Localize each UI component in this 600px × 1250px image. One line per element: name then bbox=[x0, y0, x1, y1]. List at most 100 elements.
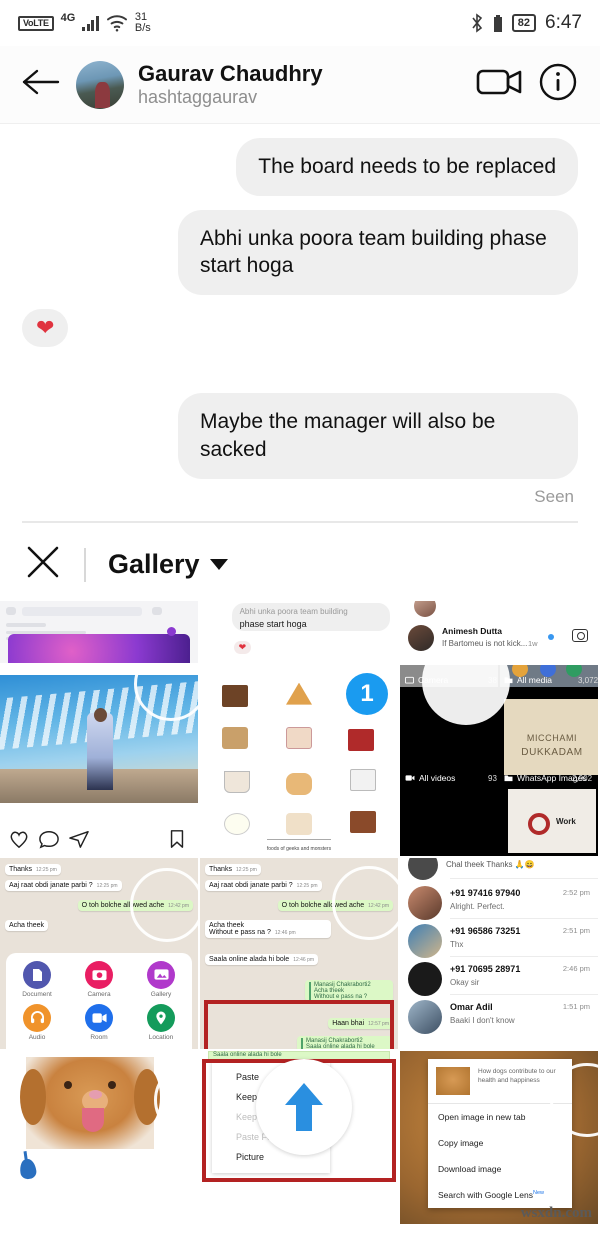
bluetooth-icon bbox=[472, 13, 482, 33]
like-icon bbox=[10, 831, 28, 848]
gallery-icon bbox=[153, 969, 169, 980]
message-list: The board needs to be replaced Abhi unka… bbox=[0, 124, 600, 529]
gallery-thumbnail[interactable]: Chal theek Thanks 🙏😄 +91 97416 97940 Alr… bbox=[400, 857, 600, 1051]
message-row: Maybe the manager will also be sacked bbox=[22, 393, 578, 479]
gallery-thumbnail[interactable] bbox=[0, 600, 200, 665]
thumb-text: Acha theek bbox=[9, 921, 45, 929]
gallery-thumbnail[interactable]: Abhi unka poora team building phase star… bbox=[200, 600, 400, 665]
thumb-text: Chal theek Thanks 🙏😄 bbox=[446, 859, 535, 869]
heart-reaction-icon[interactable]: ❤ bbox=[22, 309, 69, 348]
thumb-text: If Bartomeu is not kick... bbox=[442, 638, 528, 648]
thumb-text: Without e pass na ? bbox=[209, 928, 271, 936]
chat-header-names[interactable]: Gaurav Chaudhry hashtaggaurav bbox=[138, 61, 462, 109]
document-icon bbox=[32, 968, 42, 981]
message-row: The board needs to be replaced bbox=[22, 138, 578, 196]
gallery-grid-row-2: foods of geeks and monsters 1 Camera 38 … bbox=[0, 664, 600, 858]
attach-room[interactable]: Room bbox=[68, 1003, 130, 1041]
message-row: Abhi unka poora team building phase star… bbox=[22, 209, 578, 296]
new-badge: New bbox=[532, 1189, 544, 1196]
menu-item-copy-image[interactable]: Copy image bbox=[428, 1130, 572, 1156]
folder-count: 2,902 bbox=[572, 773, 593, 783]
close-icon[interactable] bbox=[24, 543, 62, 586]
status-bar-clock: 6:47 bbox=[545, 12, 582, 33]
chat-preview: Baaki I don't know bbox=[450, 1015, 515, 1025]
status-bar: VoLTE 4G 31 B/s 82 6:47 bbox=[0, 0, 600, 46]
selection-badge[interactable]: 1 bbox=[346, 672, 388, 715]
network-speed-unit: B/s bbox=[134, 22, 151, 34]
phone-screen: VoLTE 4G 31 B/s 82 6:47 Gaurav Chaudhry … bbox=[0, 0, 600, 1250]
attach-audio[interactable]: Audio bbox=[6, 1003, 68, 1041]
chat-name: +91 96586 73251 bbox=[450, 925, 521, 936]
gallery-source-selector[interactable]: Gallery bbox=[108, 549, 228, 580]
gallery-thumbnail[interactable] bbox=[0, 664, 200, 858]
chat-time: 1:51 pm bbox=[562, 1001, 590, 1011]
up-arrow-icon bbox=[256, 1058, 352, 1155]
folder-count: 93 bbox=[488, 773, 497, 783]
message-bubble[interactable]: The board needs to be replaced bbox=[236, 138, 578, 196]
gallery-title: Gallery bbox=[108, 549, 200, 580]
gallery-thumbnail[interactable]: Animesh Dutta If Bartomeu is not kick...… bbox=[400, 600, 600, 665]
video-call-icon[interactable] bbox=[476, 65, 524, 104]
status-bar-left: VoLTE 4G 31 B/s bbox=[18, 12, 151, 34]
gallery-picker-header: Gallery bbox=[0, 528, 600, 601]
thumb-text: Thanks bbox=[209, 865, 232, 873]
dog-photo bbox=[20, 1056, 160, 1149]
avatar[interactable] bbox=[76, 60, 124, 109]
camera-icon bbox=[405, 676, 414, 684]
gallery-thumbnail[interactable]: Thanks 12:25 pm Aaj raat obdi janate parb… bbox=[0, 857, 200, 1051]
chat-name: Omar Adil bbox=[450, 1001, 493, 1012]
gallery-thumbnail[interactable]: Camera 38 All media 3,072 MICCHAMI DUKKA… bbox=[400, 664, 600, 858]
context-menu: How dogs contribute to our health and ha… bbox=[428, 1058, 572, 1208]
message-bubble[interactable]: Abhi unka poora team building phase star… bbox=[178, 209, 578, 296]
message-bubble[interactable]: Maybe the manager will also be sacked bbox=[178, 393, 578, 479]
chat-name: +91 97416 97940 bbox=[450, 887, 521, 898]
gallery-thumbnail[interactable]: foods of geeks and monsters 1 bbox=[200, 664, 400, 858]
attach-camera[interactable]: Camera bbox=[68, 960, 130, 998]
battery-percent-badge: 82 bbox=[511, 14, 537, 32]
folder-icon bbox=[504, 774, 513, 781]
status-bar-right: 82 6:47 bbox=[470, 12, 582, 34]
back-arrow-icon[interactable] bbox=[22, 68, 62, 101]
info-icon[interactable] bbox=[538, 62, 578, 107]
menu-item-download-image[interactable]: Download image bbox=[428, 1156, 572, 1182]
thumb-text: phase start hoga bbox=[239, 618, 307, 629]
attachment-sheet: Document Camera Gallery Audio Room Locat… bbox=[6, 952, 192, 1049]
chat-preview: Thx bbox=[450, 939, 464, 949]
signal-bars-icon bbox=[82, 15, 99, 31]
room-icon bbox=[91, 1012, 107, 1023]
chevron-down-icon bbox=[209, 559, 228, 571]
folder-label: All media bbox=[504, 675, 552, 685]
thumb-text: 1w bbox=[528, 638, 538, 648]
thumb-text: Aaj raat obdi janate parbi ? bbox=[9, 881, 93, 889]
chat-name: +91 70695 28971 bbox=[450, 963, 521, 974]
droplet-icon bbox=[18, 1157, 38, 1180]
battery-small-icon bbox=[493, 14, 502, 32]
folder-count: 3,072 bbox=[578, 675, 599, 685]
location-icon bbox=[156, 1011, 166, 1025]
thumb-text: Acha theek bbox=[209, 921, 245, 929]
attach-gallery[interactable]: Gallery bbox=[130, 960, 192, 998]
watermark: wsxdn.com bbox=[520, 1204, 592, 1221]
bookmark-icon bbox=[170, 829, 184, 848]
chat-header: Gaurav Chaudhry hashtaggaurav bbox=[0, 46, 600, 124]
chat-preview: Alright. Perfect. bbox=[450, 901, 505, 911]
reaction-row: ❤ bbox=[22, 309, 578, 348]
wifi-icon bbox=[106, 15, 127, 32]
chat-username: hashtaggaurav bbox=[138, 86, 258, 107]
gallery-thumbnail[interactable]: How dogs contribute to our health and ha… bbox=[400, 1050, 600, 1226]
volte-icon: VoLTE bbox=[18, 15, 54, 31]
chat-time: 2:46 pm bbox=[562, 963, 590, 973]
attach-location[interactable]: Location bbox=[130, 1003, 192, 1041]
network-speed: 31 B/s bbox=[135, 12, 151, 34]
share-icon bbox=[69, 830, 89, 848]
chat-time: 2:52 pm bbox=[562, 887, 590, 897]
poster-text: DUKKADAM bbox=[521, 746, 583, 758]
attach-document[interactable]: Document bbox=[6, 960, 68, 998]
gallery-thumbnail[interactable] bbox=[0, 1050, 200, 1226]
poster-text: MICCHAMI bbox=[526, 732, 578, 743]
gallery-thumbnail[interactable]: Saala online alada hi bole Paste Keep S … bbox=[200, 1050, 400, 1226]
header-divider bbox=[84, 547, 86, 582]
thumb-caption: foods of geeks and monsters bbox=[266, 845, 332, 852]
gallery-thumbnail[interactable]: Thanks 12:25 pm Aaj raat obdi janate parb… bbox=[200, 857, 400, 1051]
camera-icon bbox=[91, 970, 107, 981]
